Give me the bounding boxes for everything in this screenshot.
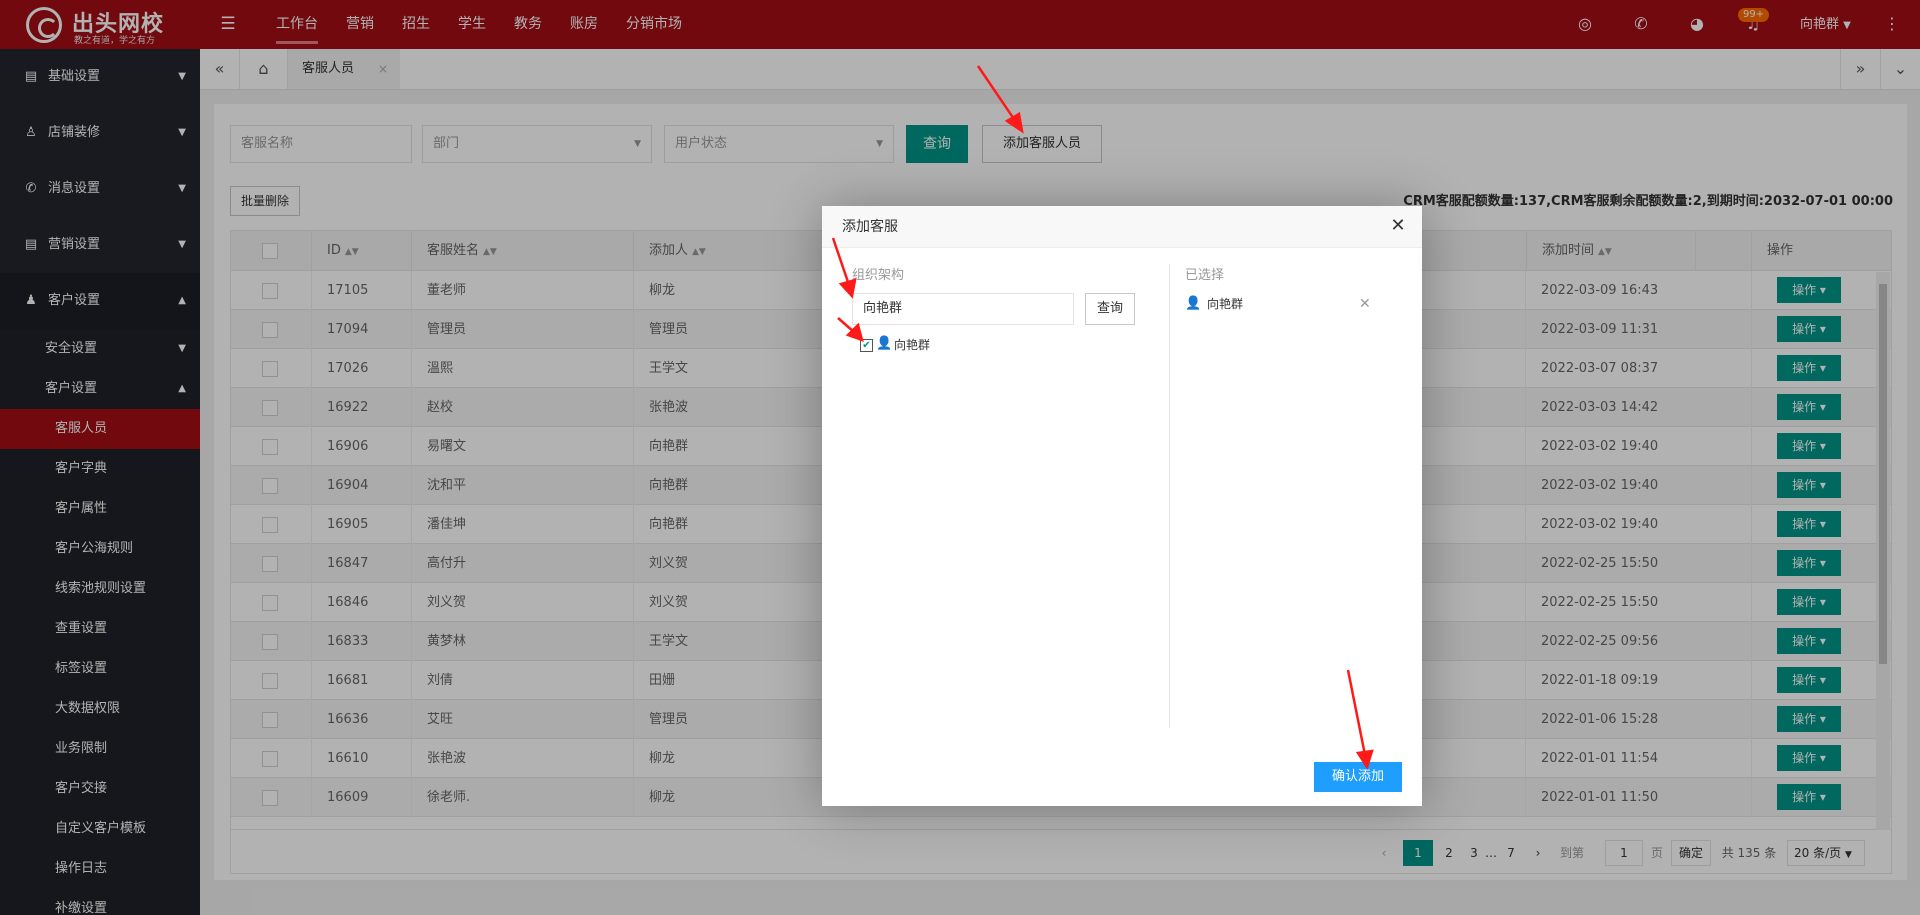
confirm-add-button[interactable]: 确认添加 [1314, 762, 1402, 792]
org-structure-label: 组织架构 [852, 268, 905, 283]
selected-label: 已选择 [1185, 268, 1225, 283]
dialog-title: 添加客服 [842, 219, 898, 235]
close-icon[interactable]: ✕ [1388, 216, 1408, 236]
tree-node-checkbox[interactable]: ✔ [860, 339, 873, 352]
org-query-button[interactable]: 查询 [1085, 293, 1135, 325]
selected-user-item: 👤 向艳群 ✕ [1185, 294, 1395, 314]
add-staff-dialog: 添加客服 ✕ 组织架构 向艳群 查询 ✔ 👤 向艳群 已选择 👤 向艳群 ✕ 确… [822, 206, 1422, 806]
user-icon: 👤 [876, 336, 893, 351]
dialog-divider [1169, 264, 1170, 728]
tree-node-label: 向艳群 [894, 338, 931, 352]
remove-icon[interactable]: ✕ [1359, 294, 1371, 314]
person-icon: 👤 [1185, 296, 1202, 311]
dialog-header: 添加客服 ✕ [822, 206, 1422, 248]
org-search-input[interactable]: 向艳群 [852, 293, 1074, 325]
selected-user-name: 向艳群 [1207, 297, 1244, 311]
